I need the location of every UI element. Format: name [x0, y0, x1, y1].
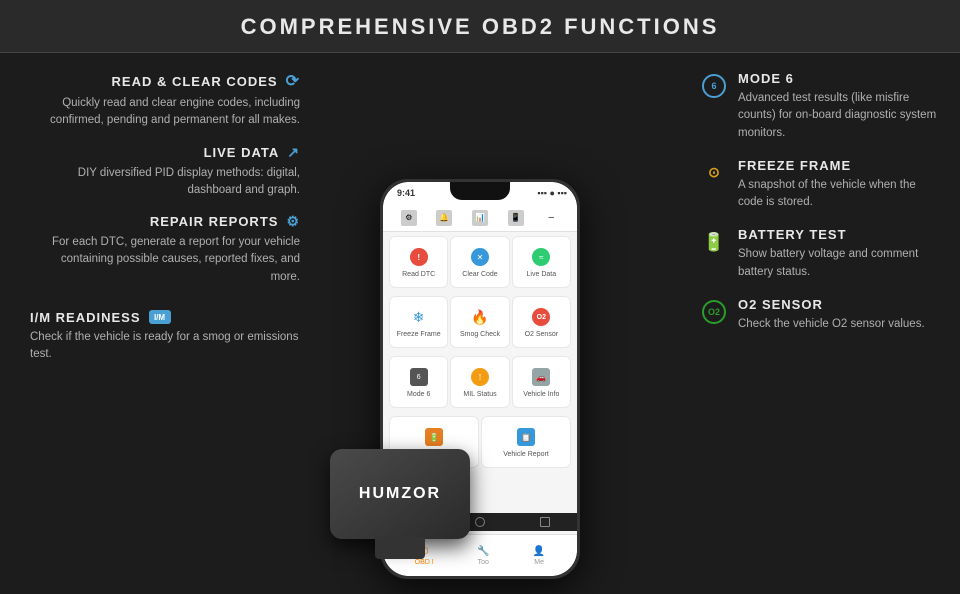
im-badge: I/M: [149, 310, 171, 324]
o2-icon: O2: [530, 306, 552, 328]
feature-freeze-frame: ⊙ FREEZE FRAME A snapshot of the vehicle…: [700, 158, 940, 212]
freeze-frame-badge: ⊙: [700, 159, 728, 187]
freeze-frame-title: FREEZE FRAME: [738, 158, 940, 173]
phone-mockup: HUMZOR 9:41 ▪▪▪ ● ▪▪▪ ⚙: [380, 179, 580, 579]
mil-icon: !: [469, 366, 491, 388]
obd-brand-label: HUMZOR: [359, 485, 441, 503]
phone-grid-mode6[interactable]: 6 Mode 6: [389, 356, 448, 408]
vehicle-info-icon: 🚗: [530, 366, 552, 388]
feature-repair-reports-desc: For each DTC, generate a report for your…: [30, 234, 300, 286]
feature-read-clear-title: READ & CLEAR CODES ⟳: [30, 71, 300, 91]
mode6-icon: 6: [408, 366, 430, 388]
mode6-label: Mode 6: [407, 391, 430, 399]
feature-mode6: 6 MODE 6 Advanced test results (like mis…: [700, 71, 940, 142]
o2-sensor-desc: Check the vehicle O2 sensor values.: [738, 316, 925, 333]
o2-sensor-title: O2 SENSOR: [738, 297, 925, 312]
vehicle-info-label: Vehicle Info: [523, 391, 559, 399]
center-column: HUMZOR 9:41 ▪▪▪ ● ▪▪▪ ⚙: [345, 53, 615, 589]
read-dtc-label: Read DTC: [402, 271, 435, 279]
phone-grid-vehicle-info[interactable]: 🚗 Vehicle Info: [512, 356, 571, 408]
page-wrapper: COMPREHENSIVE OBD2 FUNCTIONS READ & CLEA…: [0, 0, 960, 594]
feature-live-data-title: LIVE DATA ↗: [30, 144, 300, 161]
live-data-label: Live Data: [527, 271, 557, 279]
smog-icon: 🔥: [469, 306, 491, 328]
page-title: COMPREHENSIVE OBD2 FUNCTIONS: [241, 14, 720, 39]
phone-app-header: ⚙ 🔔 📊 📱 −: [383, 204, 577, 232]
refresh-icon: ⟳: [286, 71, 300, 91]
o2-label: O2 Sensor: [525, 331, 558, 339]
phone-grid-row2: ❄ Freeze Frame 🔥 Smog Check: [383, 292, 577, 352]
phone-header-icon-2: 🔔: [436, 210, 452, 226]
nav-recent-icon[interactable]: [540, 517, 550, 527]
feature-im-readiness-desc: Check if the vehicle is ready for a smog…: [30, 329, 300, 364]
vehicle-report-label: Vehicle Report: [503, 451, 549, 459]
feature-o2-sensor: O2 O2 SENSOR Check the vehicle O2 sensor…: [700, 297, 940, 333]
feature-read-clear: READ & CLEAR CODES ⟳ Quickly read and cl…: [30, 71, 300, 130]
phone-grid-row1: ! Read DTC ✕ Clear Code: [383, 232, 577, 292]
mode6-desc: Advanced test results (like misfire coun…: [738, 90, 940, 142]
read-dtc-icon: !: [408, 246, 430, 268]
feature-repair-reports-title: REPAIR REPORTS ⚙: [30, 213, 300, 230]
feature-live-data-desc: DIY diversified PID display methods: dig…: [30, 165, 300, 200]
phone-grid-mil[interactable]: ! MIL Status: [450, 356, 509, 408]
left-column: READ & CLEAR CODES ⟳ Quickly read and cl…: [0, 53, 320, 589]
freeze-frame-desc: A snapshot of the vehicle when the code …: [738, 177, 940, 212]
phone-time: 9:41: [397, 188, 415, 198]
nav-home-icon[interactable]: [475, 517, 485, 527]
phone-grid-row3: 6 Mode 6 ! MIL Status: [383, 352, 577, 412]
mode6-badge: 6: [700, 72, 728, 100]
phone-grid-o2[interactable]: O2 O2 Sensor: [512, 296, 571, 348]
clear-code-label: Clear Code: [462, 271, 497, 279]
obd-connector: [375, 537, 425, 559]
battery-test-badge: 🔋: [700, 228, 728, 256]
mil-label: MIL Status: [463, 391, 496, 399]
phone-grid-read-dtc[interactable]: ! Read DTC: [389, 236, 448, 288]
obd-device: HUMZOR: [330, 449, 470, 539]
feature-live-data: LIVE DATA ↗ DIY diversified PID display …: [30, 144, 300, 200]
mode6-title: MODE 6: [738, 71, 940, 86]
phone-nav-tool[interactable]: 🔧 Too: [477, 546, 489, 566]
battery-test-text: BATTERY TEST Show battery voltage and co…: [738, 227, 940, 281]
phone-grid-report[interactable]: 📋 Vehicle Report: [481, 416, 571, 468]
phone-notch: [450, 182, 510, 200]
right-column: 6 MODE 6 Advanced test results (like mis…: [680, 53, 960, 589]
mode6-text: MODE 6 Advanced test results (like misfi…: [738, 71, 940, 142]
phone-header-icon-4: 📱: [508, 210, 524, 226]
battery-test-title: BATTERY TEST: [738, 227, 940, 242]
phone-grid-freeze[interactable]: ❄ Freeze Frame: [389, 296, 448, 348]
page-header: COMPREHENSIVE OBD2 FUNCTIONS: [0, 0, 960, 53]
freeze-label: Freeze Frame: [397, 331, 441, 339]
phone-grid-clear-code[interactable]: ✕ Clear Code: [450, 236, 509, 288]
phone-grid-live-data[interactable]: ≈ Live Data: [512, 236, 571, 288]
gear-icon: ⚙: [286, 213, 300, 230]
o2-sensor-text: O2 SENSOR Check the vehicle O2 sensor va…: [738, 297, 925, 333]
o2-sensor-badge: O2: [700, 298, 728, 326]
live-data-icon: ≈: [530, 246, 552, 268]
chart-icon: ↗: [287, 144, 300, 161]
feature-im-readiness-title: I/M READINESS I/M: [30, 310, 300, 325]
battery-icon: 🔋: [423, 426, 445, 448]
freeze-frame-text: FREEZE FRAME A snapshot of the vehicle w…: [738, 158, 940, 212]
content-area: READ & CLEAR CODES ⟳ Quickly read and cl…: [0, 53, 960, 589]
phone-header-icon-3: 📊: [472, 210, 488, 226]
phone-grid-smog[interactable]: 🔥 Smog Check: [450, 296, 509, 348]
smog-label: Smog Check: [460, 331, 500, 339]
battery-test-desc: Show battery voltage and comment battery…: [738, 246, 940, 281]
freeze-icon: ❄: [408, 306, 430, 328]
phone-signal: ▪▪▪ ● ▪▪▪: [537, 188, 567, 198]
feature-read-clear-desc: Quickly read and clear engine codes, inc…: [30, 95, 300, 130]
feature-repair-reports: REPAIR REPORTS ⚙ For each DTC, generate …: [30, 213, 300, 286]
feature-im-readiness: I/M READINESS I/M Check if the vehicle i…: [30, 310, 300, 364]
report-icon: 📋: [515, 426, 537, 448]
phone-header-icon-1: ⚙: [401, 210, 417, 226]
phone-nav-me[interactable]: 👤 Me: [533, 546, 545, 566]
clear-code-icon: ✕: [469, 246, 491, 268]
phone-header-minus: −: [543, 210, 559, 226]
feature-battery-test: 🔋 BATTERY TEST Show battery voltage and …: [700, 227, 940, 281]
